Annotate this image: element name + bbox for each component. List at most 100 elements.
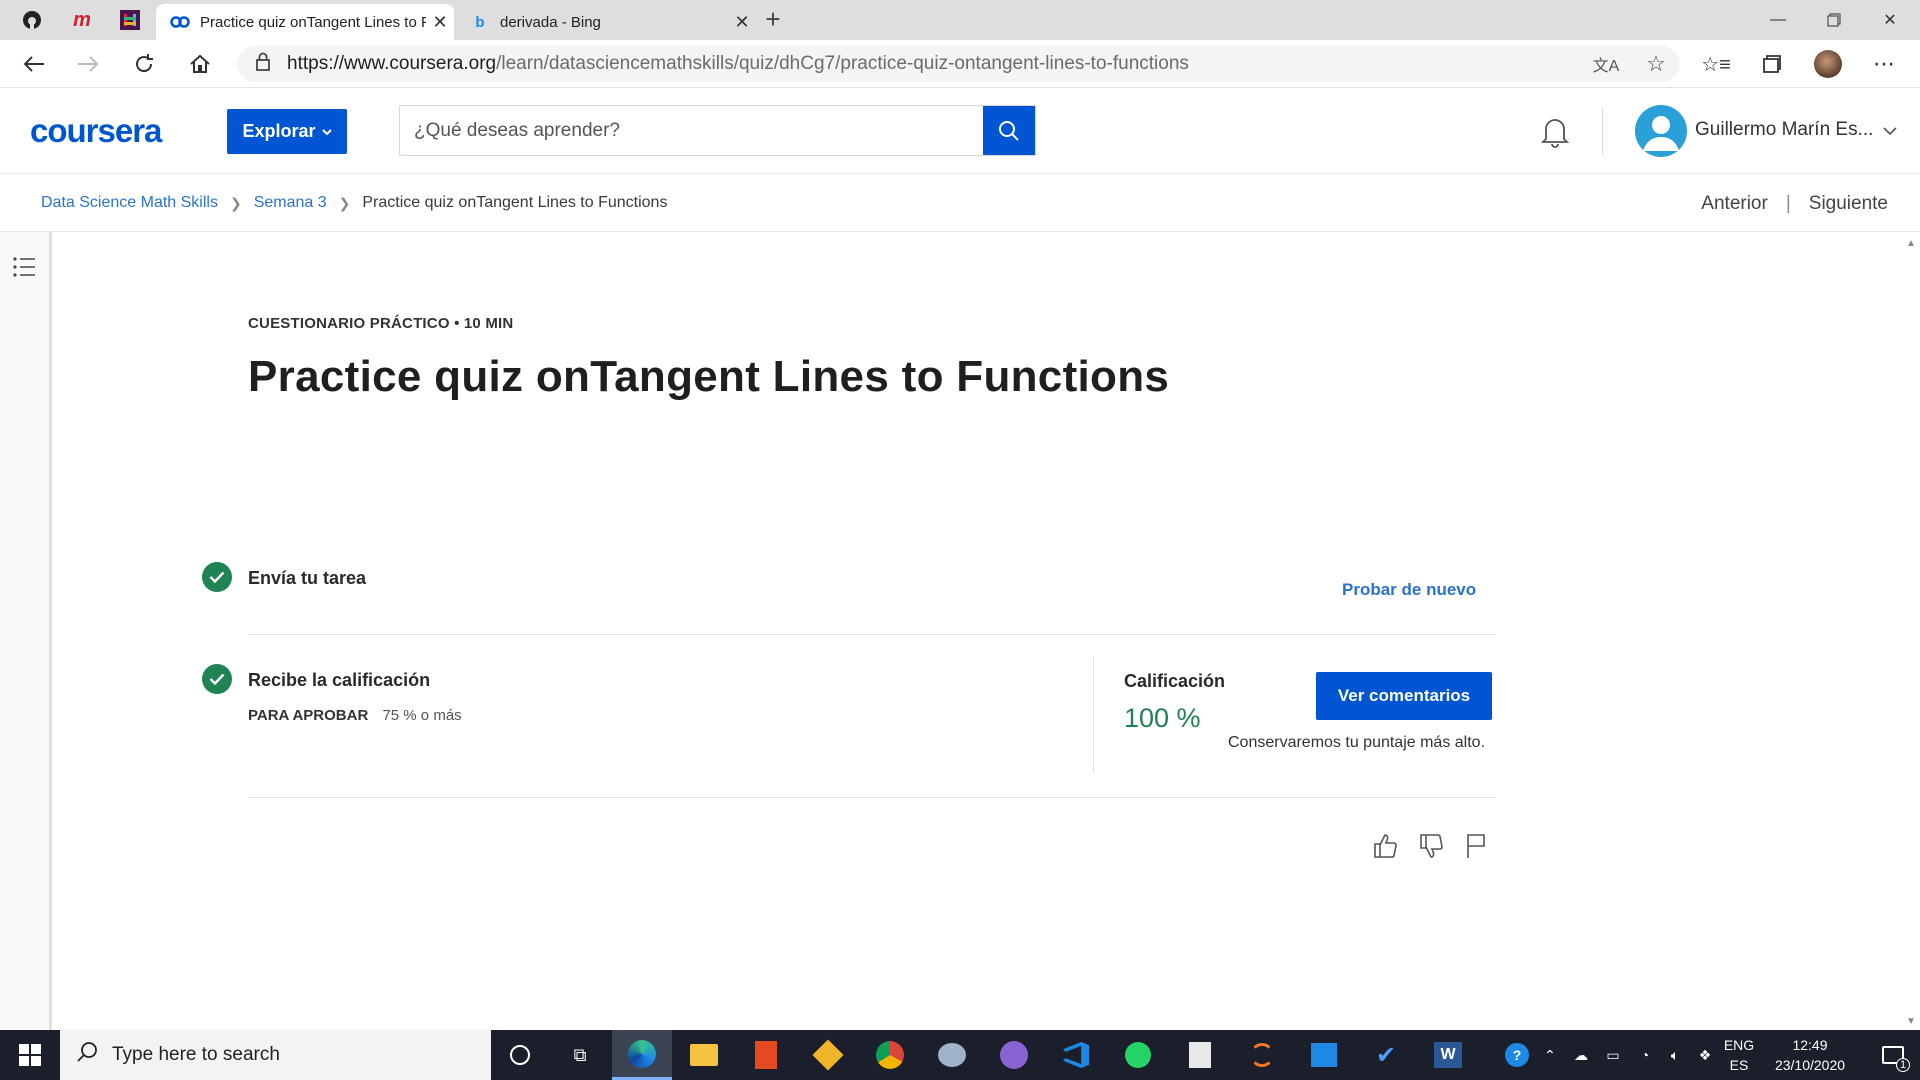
language-code: ENG	[1723, 1037, 1755, 1053]
minimize-button[interactable]: —	[1750, 0, 1806, 40]
breadcrumb: Data Science Math Skills ❯ Semana 3 ❯ Pr…	[0, 175, 1920, 232]
pass-value: 75 % o más	[382, 707, 462, 724]
profile-button[interactable]	[1808, 46, 1848, 82]
breadcrumb-week[interactable]: Semana 3	[254, 194, 327, 212]
taskbar-app-jupyter[interactable]	[1232, 1030, 1292, 1080]
taskbar-clock[interactable]: 12:49 23/10/2020	[1762, 1035, 1858, 1075]
word-icon: W	[1434, 1042, 1462, 1068]
taskbar-app-whatsapp[interactable]	[1108, 1030, 1168, 1080]
previous-link[interactable]: Anterior	[1701, 193, 1768, 215]
office-icon	[755, 1041, 777, 1069]
notepad-icon	[1189, 1042, 1211, 1068]
taskbar-app-office[interactable]	[736, 1030, 796, 1080]
notifications-button[interactable]	[1540, 115, 1570, 154]
ellipsis-icon: ⋯	[1873, 51, 1895, 76]
input-language[interactable]: ENG ES	[1719, 1035, 1759, 1075]
task-view-icon: ⧉	[573, 1044, 587, 1065]
dropbox-icon[interactable]: ❖	[1690, 1030, 1720, 1080]
outline-toggle-button[interactable]	[12, 256, 36, 283]
page-scrollbar[interactable]: ▲ ▼	[1902, 232, 1920, 1030]
taskbar-app-calendar[interactable]	[1294, 1030, 1354, 1080]
help-tray-icon[interactable]: ?	[1500, 1030, 1534, 1080]
back-button[interactable]	[14, 46, 54, 82]
refresh-button[interactable]	[124, 46, 164, 82]
taskbar-app-chrome[interactable]	[860, 1030, 920, 1080]
tab-bing[interactable]: b derivada - Bing ✕	[456, 4, 756, 40]
taskbar-app-paint[interactable]	[922, 1030, 982, 1080]
taskbar-app-todo[interactable]: ✔	[1356, 1030, 1416, 1080]
divider	[248, 797, 1496, 798]
onedrive-cloud-icon[interactable]: ☁	[1566, 1030, 1596, 1080]
show-hidden-icons-chevron-icon[interactable]: ⌃	[1536, 1030, 1564, 1080]
battery-icon[interactable]: ▭	[1598, 1030, 1628, 1080]
action-center-button[interactable]: 1	[1866, 1030, 1920, 1080]
taskbar-app-github[interactable]	[984, 1030, 1044, 1080]
cortana-button[interactable]	[490, 1030, 550, 1080]
grade-divider	[1093, 656, 1094, 773]
favorites-button[interactable]: ☆≡	[1696, 46, 1736, 82]
taskbar-app-git[interactable]	[798, 1030, 858, 1080]
wifi-icon[interactable]: ◔	[1630, 1030, 1660, 1080]
coursera-logo[interactable]: coursera	[30, 112, 162, 150]
new-tab-button[interactable]: +	[757, 4, 789, 36]
lock-icon	[255, 51, 271, 77]
step-submit-label: Envía tu tarea	[248, 568, 367, 588]
thumbs-down-icon[interactable]	[1418, 832, 1446, 865]
user-menu-chevron-icon[interactable]	[1883, 123, 1897, 141]
scroll-up-icon[interactable]: ▲	[1906, 238, 1916, 249]
taskbar-app-explorer[interactable]	[674, 1030, 734, 1080]
thumbs-up-icon[interactable]	[1372, 832, 1400, 865]
tab-coursera[interactable]: Practice quiz onTangent Lines to Functio…	[156, 4, 454, 40]
search-button[interactable]	[983, 106, 1035, 155]
cortana-circle-icon	[510, 1045, 530, 1065]
taskbar-search[interactable]: Type here to search	[60, 1030, 491, 1080]
view-feedback-button[interactable]: Ver comentarios	[1316, 672, 1492, 720]
explore-button[interactable]: Explorar	[227, 109, 347, 154]
search-icon	[76, 1041, 98, 1069]
taskbar-app-edge[interactable]	[612, 1030, 672, 1080]
chevron-right-icon: ❯	[229, 194, 242, 211]
clock-date: 23/10/2020	[1774, 1057, 1846, 1073]
github-desktop-icon	[1000, 1041, 1028, 1069]
user-icon	[1643, 116, 1679, 151]
pager-separator: |	[1785, 192, 1791, 214]
forward-arrow-icon	[78, 56, 99, 72]
collections-button[interactable]	[1752, 46, 1792, 82]
explore-label: Explorar	[242, 121, 316, 141]
user-avatar[interactable]	[1635, 105, 1687, 157]
pinned-tab-m[interactable]: m	[60, 4, 104, 36]
search-input[interactable]	[400, 106, 983, 155]
forward-button[interactable]	[68, 46, 108, 82]
taskbar-app-vscode[interactable]	[1046, 1030, 1106, 1080]
restore-button[interactable]	[1806, 0, 1862, 40]
url-host: https://www.coursera.org	[287, 53, 497, 74]
taskbar-app-word[interactable]: W	[1418, 1030, 1478, 1080]
notification-icon: 1	[1882, 1046, 1910, 1072]
scroll-down-icon[interactable]: ▼	[1906, 1016, 1916, 1027]
more-menu-button[interactable]: ⋯	[1864, 46, 1904, 82]
grade-value: 100 %	[1124, 703, 1201, 733]
user-name[interactable]: Guillermo Marín Es...	[1695, 119, 1873, 141]
address-bar[interactable]: https://www.coursera.org/learn/datascien…	[237, 46, 1680, 82]
task-view-button[interactable]: ⧉	[550, 1030, 610, 1080]
favorite-star-icon[interactable]: ☆	[1632, 51, 1680, 77]
bing-favicon-icon: b	[475, 13, 485, 31]
start-button[interactable]	[0, 1030, 60, 1080]
close-window-button[interactable]: ✕	[1862, 0, 1918, 40]
volume-icon[interactable]: 🔈︎	[1660, 1030, 1690, 1080]
taskbar-app-notepad[interactable]	[1170, 1030, 1230, 1080]
translate-icon[interactable]: 文A	[1580, 52, 1632, 76]
close-tab-icon[interactable]: ✕	[426, 12, 454, 33]
next-link[interactable]: Siguiente	[1809, 193, 1888, 215]
home-button[interactable]	[180, 46, 220, 82]
whatsapp-icon	[1125, 1042, 1151, 1068]
close-tab-icon[interactable]: ✕	[728, 12, 756, 33]
breadcrumb-course[interactable]: Data Science Math Skills	[41, 194, 218, 212]
m-logo-icon: m	[73, 8, 91, 31]
retry-link[interactable]: Probar de nuevo	[1342, 580, 1476, 600]
pass-label: PARA APROBAR	[248, 707, 369, 724]
step-grade-label: Recibe la calificación	[248, 670, 431, 690]
pinned-tab-slack[interactable]	[108, 4, 152, 36]
flag-icon[interactable]	[1464, 832, 1488, 865]
pinned-tab-github[interactable]	[10, 4, 54, 36]
